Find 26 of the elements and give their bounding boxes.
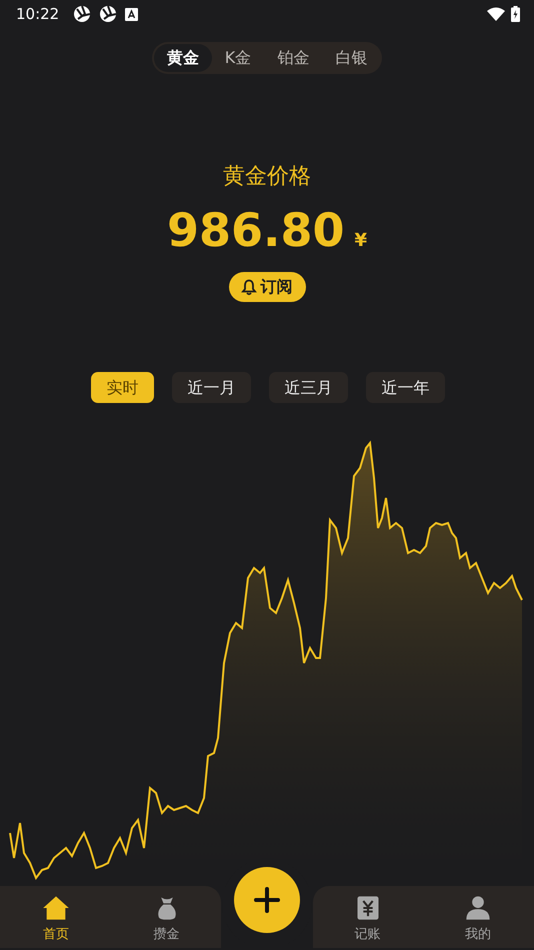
period-tab[interactable]: 实时 [91,372,154,403]
aperture-icon [99,5,118,23]
app-icon [125,8,138,20]
metal-tab[interactable]: 黄金 [154,44,212,72]
bell-icon [240,278,256,296]
aperture-icon [73,5,92,23]
metal-tab[interactable]: 铂金 [264,44,322,72]
nav-item[interactable]: 首页 [0,894,112,948]
home-icon [42,894,70,922]
battery-icon [511,6,520,22]
plus-icon [254,887,280,913]
period-tab[interactable]: 近一年 [366,372,445,403]
currency-symbol: ¥ [354,230,368,251]
period-tab[interactable]: 近一月 [172,372,251,403]
price-value: 986.80 [166,202,344,258]
price-title: 黄金价格 [223,163,311,191]
user-icon [464,894,492,922]
period-tab[interactable]: 近三月 [269,372,348,403]
metal-tab[interactable]: 白银 [322,44,380,72]
nav-item[interactable]: 我的 [422,894,534,948]
clock: 10:22 [16,5,60,23]
subscribe-button[interactable]: 订阅 [228,272,306,302]
wifi-icon [487,7,505,21]
nav-item[interactable]: 攒金 [112,894,221,948]
metal-tab[interactable]: K金 [212,44,264,72]
nav-item[interactable]: 记账 [313,894,422,948]
